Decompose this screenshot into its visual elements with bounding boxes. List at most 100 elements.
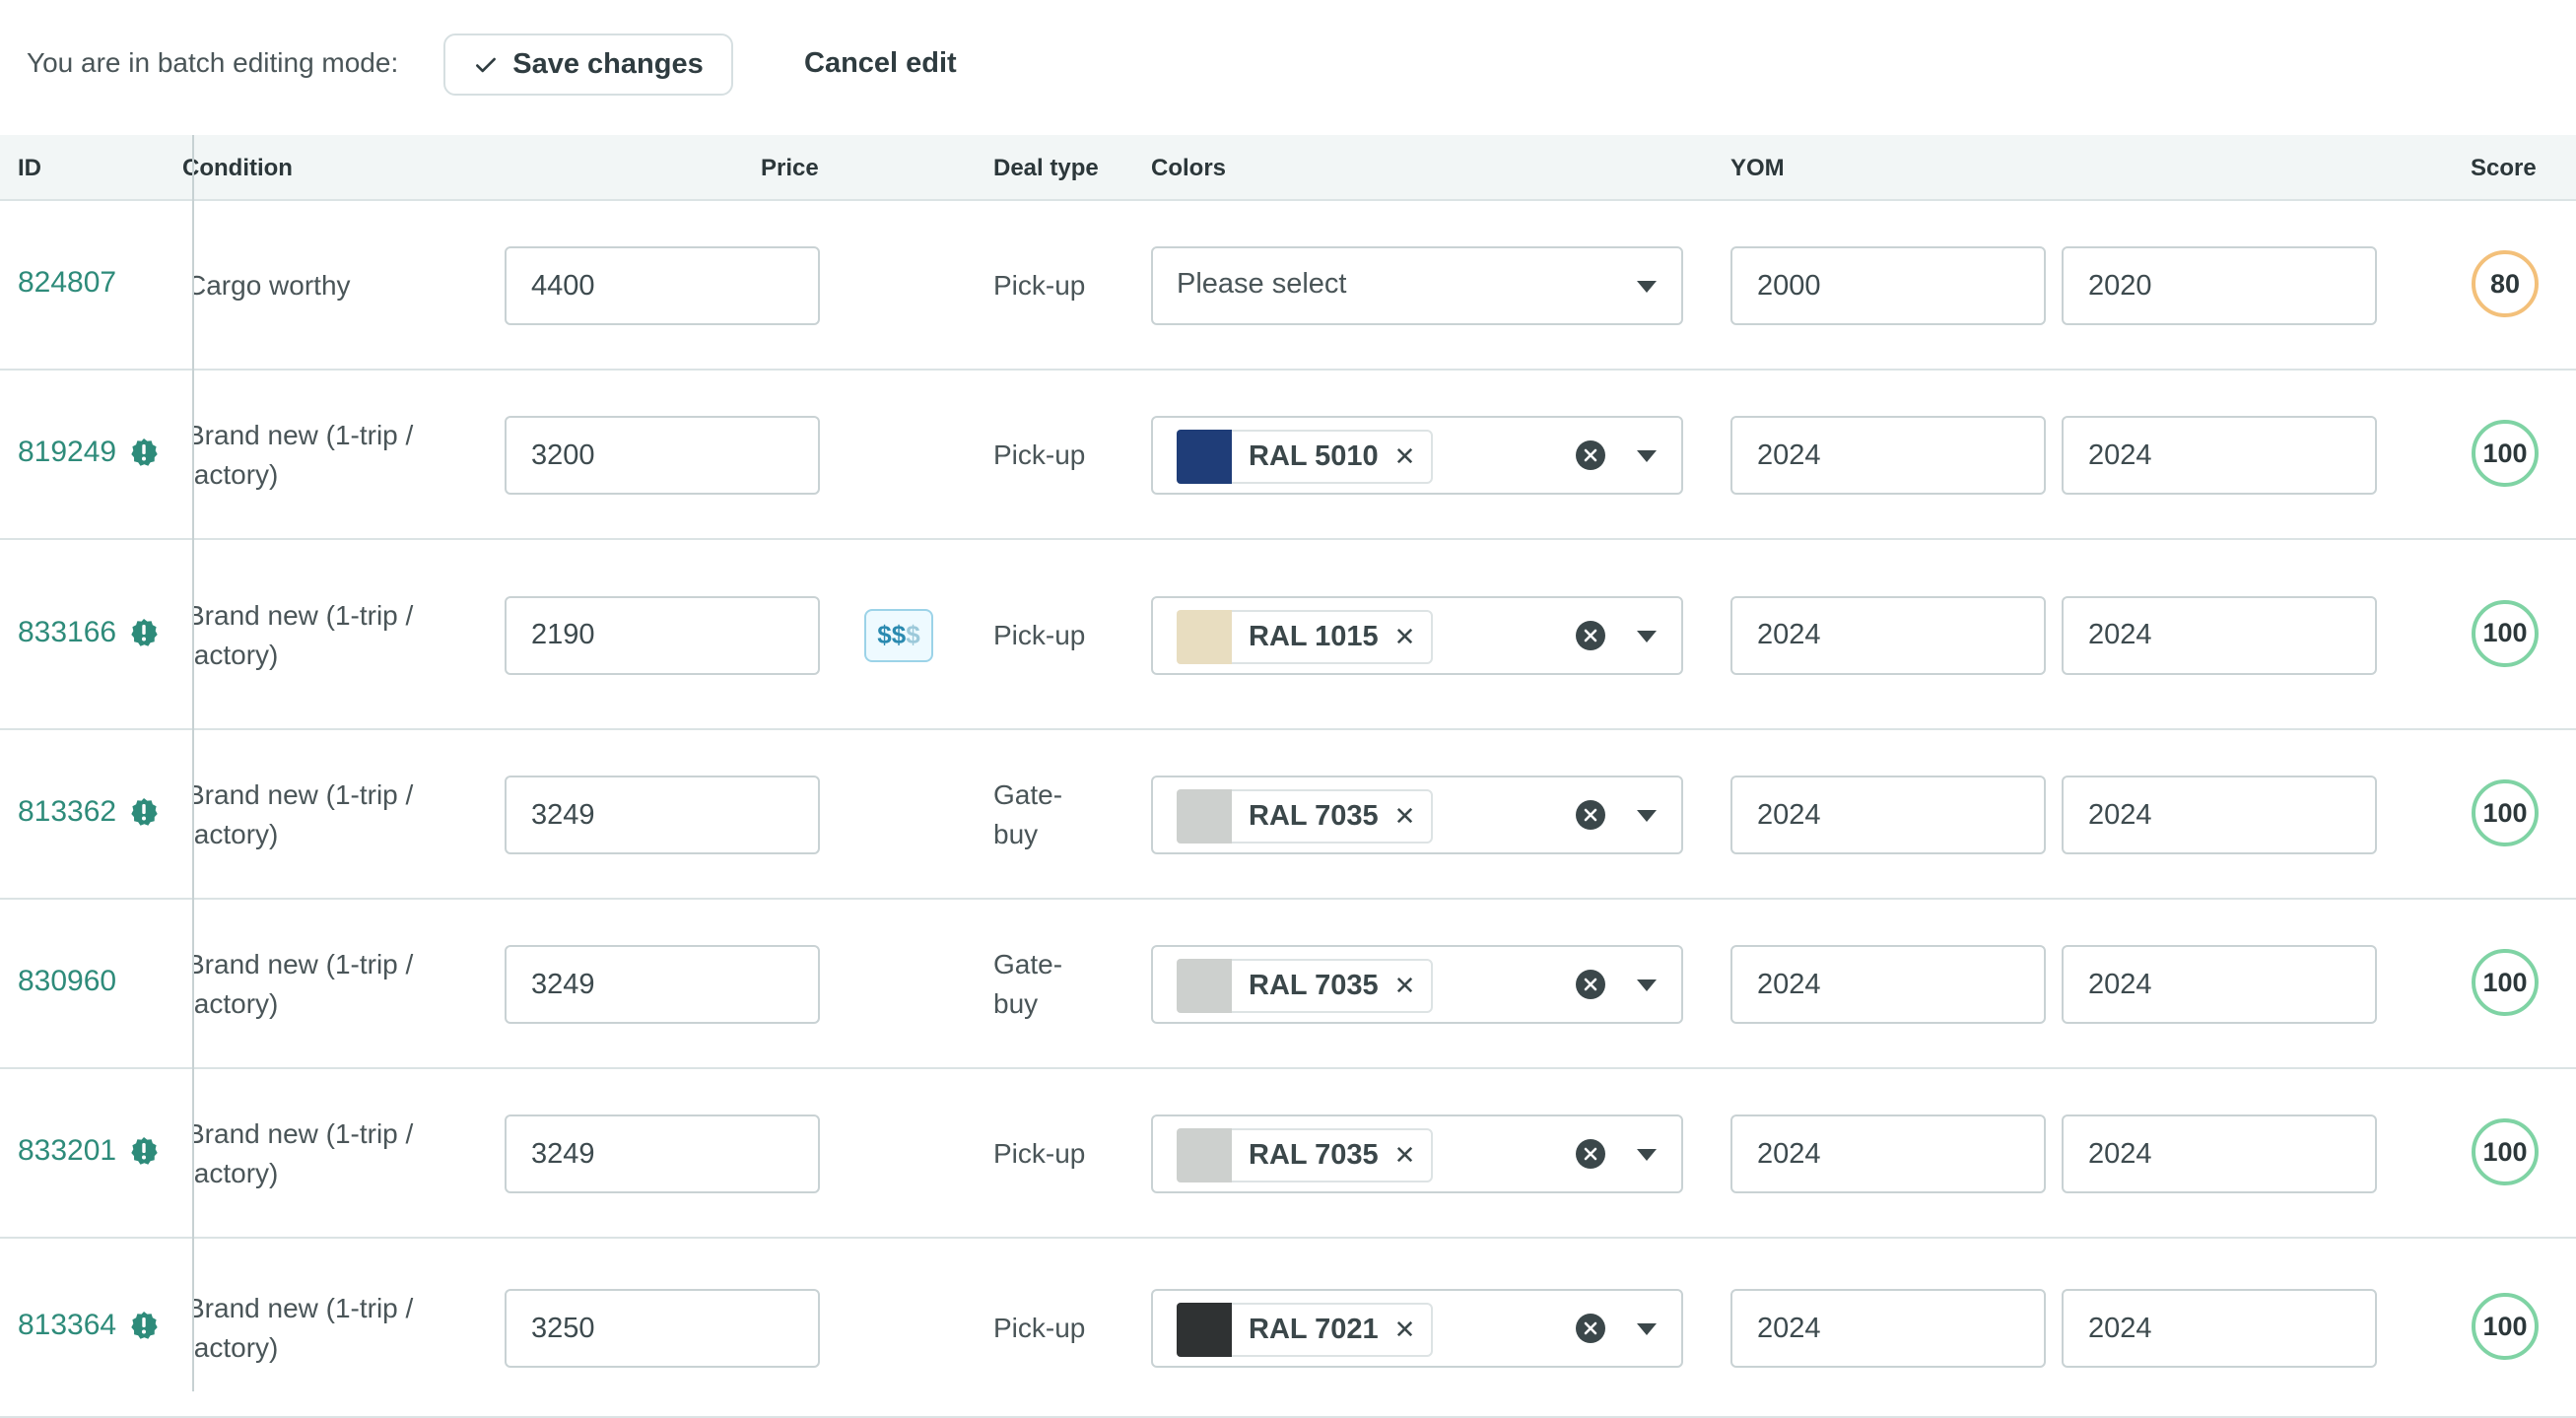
- row-id-link[interactable]: 830960: [18, 965, 116, 998]
- clear-selection-icon[interactable]: [1575, 969, 1606, 1000]
- column-header-condition[interactable]: Condition: [182, 155, 478, 182]
- deal-type-text: Gate-buy: [993, 949, 1063, 1019]
- color-swatch: [1177, 789, 1232, 844]
- score-badge: 100: [2472, 1293, 2539, 1360]
- column-header-yom[interactable]: YOM: [1730, 155, 1785, 182]
- yom-to-value: 2024: [2088, 968, 2152, 1000]
- condition-cell: Brand new (1-trip / factory): [194, 1114, 490, 1193]
- yom-to-value: 2020: [2088, 269, 2152, 302]
- yom-to-input[interactable]: 2020: [2062, 246, 2377, 325]
- alert-badge-icon: [131, 439, 158, 466]
- row-id-link[interactable]: 813364: [18, 1309, 160, 1342]
- yom-from-input[interactable]: 2000: [1730, 246, 2046, 325]
- yom-from-value: 2024: [1757, 619, 1821, 650]
- price-input[interactable]: 3200: [505, 416, 820, 495]
- row-id: 819249: [18, 436, 117, 468]
- column-header-id[interactable]: ID: [18, 155, 41, 182]
- batch-edit-toolbar: You are in batch editing mode: Save chan…: [0, 0, 2576, 134]
- table-row: 833201 Brand new (1-trip / factory) 3249…: [0, 1069, 2576, 1239]
- yom-to-input[interactable]: 2024: [2062, 1289, 2377, 1368]
- column-header-score[interactable]: Score: [2471, 155, 2537, 182]
- row-id: 833166: [18, 615, 117, 648]
- color-swatch: [1177, 1128, 1232, 1182]
- price-badge-strong: $$: [877, 620, 907, 649]
- price-value: 3250: [531, 1312, 595, 1344]
- condition-text: Cargo worthy: [194, 270, 351, 301]
- column-header-deal-type[interactable]: Deal type: [993, 155, 1099, 182]
- yom-to-value: 2024: [2088, 798, 2152, 831]
- column-header-colors[interactable]: Colors: [1151, 155, 1226, 182]
- alert-badge-icon: [131, 618, 158, 646]
- score-value: 100: [2482, 1311, 2528, 1341]
- row-id-link[interactable]: 824807: [18, 266, 116, 300]
- condition-text: Brand new (1-trip / factory): [194, 1293, 414, 1363]
- color-swatch: [1177, 609, 1232, 664]
- yom-to-input[interactable]: 2024: [2062, 1114, 2377, 1193]
- clear-selection-icon[interactable]: [1575, 1313, 1606, 1344]
- yom-to-input[interactable]: 2024: [2062, 945, 2377, 1024]
- yom-from-input[interactable]: 2024: [1730, 776, 2046, 854]
- check-icon: [476, 57, 497, 72]
- score-badge: 100: [2472, 599, 2539, 667]
- remove-color-button[interactable]: ✕: [1394, 622, 1416, 652]
- price-input[interactable]: 3250: [505, 1289, 820, 1368]
- colors-select[interactable]: Please select: [1151, 246, 1683, 325]
- price-badge-dim: $: [906, 620, 920, 649]
- clear-selection-icon[interactable]: [1575, 1138, 1606, 1170]
- chevron-down-icon[interactable]: [1636, 449, 1658, 463]
- score-value: 100: [2482, 618, 2528, 647]
- remove-color-button[interactable]: ✕: [1394, 441, 1416, 472]
- clear-selection-icon[interactable]: [1575, 620, 1606, 651]
- price-input[interactable]: 4400: [505, 246, 820, 325]
- yom-from-input[interactable]: 2024: [1730, 1114, 2046, 1193]
- chevron-down-icon[interactable]: [1636, 1322, 1658, 1336]
- colors-select[interactable]: RAL 1015 ✕: [1151, 595, 1683, 675]
- chevron-down-icon[interactable]: [1636, 280, 1658, 294]
- colors-select[interactable]: RAL 7035 ✕: [1151, 776, 1683, 854]
- score-badge: 100: [2472, 949, 2539, 1016]
- chevron-down-icon[interactable]: [1636, 809, 1658, 823]
- colors-select[interactable]: RAL 7035 ✕: [1151, 1114, 1683, 1193]
- row-id: 813362: [18, 795, 117, 828]
- remove-color-button[interactable]: ✕: [1394, 801, 1416, 832]
- chevron-down-icon[interactable]: [1636, 630, 1658, 643]
- yom-from-input[interactable]: 2024: [1730, 595, 2046, 675]
- remove-color-button[interactable]: ✕: [1394, 971, 1416, 1001]
- color-chip: RAL 7035 ✕: [1177, 959, 1434, 1013]
- clear-selection-icon[interactable]: [1575, 439, 1606, 471]
- row-id-link[interactable]: 819249: [18, 436, 160, 469]
- colors-select[interactable]: RAL 5010 ✕: [1151, 416, 1683, 495]
- cancel-edit-button[interactable]: Cancel edit: [804, 47, 957, 80]
- chevron-down-icon[interactable]: [1636, 979, 1658, 992]
- remove-color-button[interactable]: ✕: [1394, 1140, 1416, 1171]
- chevron-down-icon[interactable]: [1636, 1148, 1658, 1162]
- yom-from-input[interactable]: 2024: [1730, 945, 2046, 1024]
- clear-selection-icon[interactable]: [1575, 799, 1606, 831]
- color-chip: RAL 7021 ✕: [1177, 1303, 1434, 1357]
- condition-text: Brand new (1-trip / factory): [194, 420, 414, 490]
- price-input[interactable]: 2190: [505, 595, 820, 675]
- colors-select[interactable]: RAL 7035 ✕: [1151, 945, 1683, 1024]
- colors-select[interactable]: RAL 7021 ✕: [1151, 1289, 1683, 1368]
- row-id: 824807: [18, 266, 117, 299]
- row-id-link[interactable]: 833166: [18, 616, 160, 649]
- yom-from-input[interactable]: 2024: [1730, 416, 2046, 495]
- yom-to-input[interactable]: 2024: [2062, 416, 2377, 495]
- table-row: 824807 Cargo worthy 4400 Pick-up Please …: [0, 201, 2576, 371]
- yom-from-value: 2024: [1757, 1312, 1821, 1344]
- color-chip-label: RAL 7035: [1249, 800, 1379, 832]
- yom-to-input[interactable]: 2024: [2062, 595, 2377, 675]
- yom-to-input[interactable]: 2024: [2062, 776, 2377, 854]
- price-input[interactable]: 3249: [505, 776, 820, 854]
- row-id-link[interactable]: 813362: [18, 795, 160, 829]
- condition-text: Brand new (1-trip / factory): [194, 599, 414, 670]
- column-header-price[interactable]: Price: [761, 155, 819, 182]
- row-id: 813364: [18, 1309, 117, 1341]
- row-id-link[interactable]: 833201: [18, 1134, 160, 1168]
- price-input[interactable]: 3249: [505, 1114, 820, 1193]
- save-changes-button[interactable]: Save changes: [443, 34, 733, 96]
- sticky-column-divider: [192, 135, 194, 1391]
- yom-from-input[interactable]: 2024: [1730, 1289, 2046, 1368]
- remove-color-button[interactable]: ✕: [1394, 1315, 1416, 1345]
- price-input[interactable]: 3249: [505, 945, 820, 1024]
